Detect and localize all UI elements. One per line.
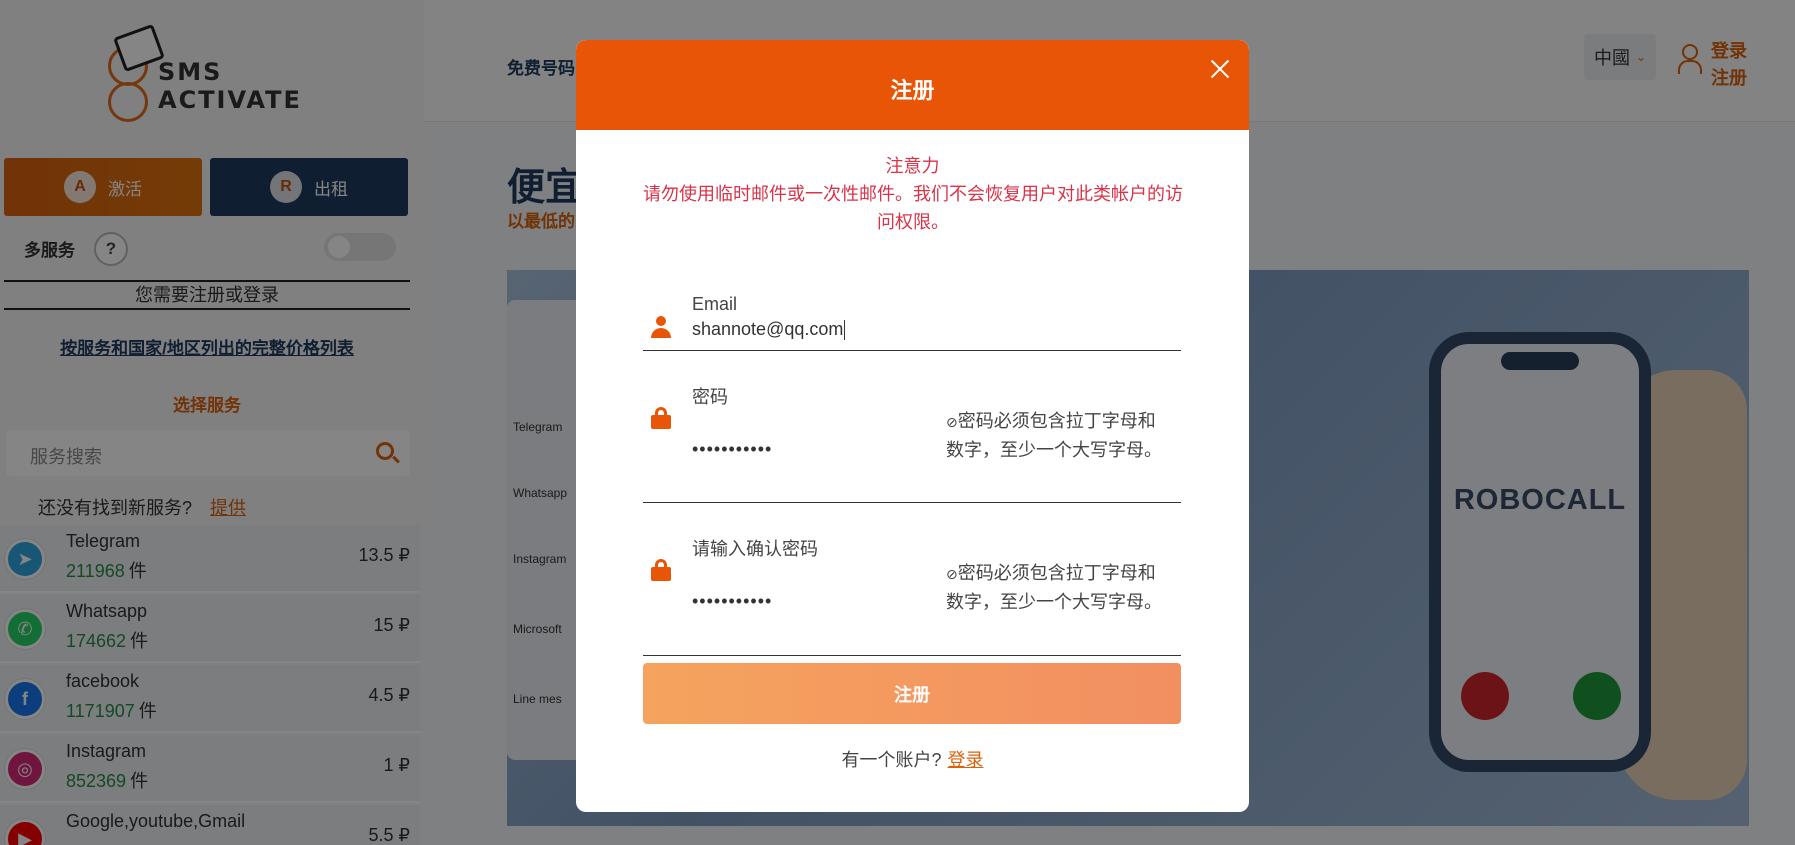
confirm-password-field[interactable]: 请输入确认密码 ••••••••••• ⊘密码必须包含拉丁字母和数字，至少一个大… bbox=[643, 503, 1181, 656]
email-value-text: shannote@qq.com bbox=[692, 319, 844, 339]
lock-icon bbox=[651, 559, 671, 581]
register-submit-button[interactable]: 注册 bbox=[643, 663, 1181, 724]
password-value[interactable]: ••••••••••• bbox=[692, 439, 772, 460]
warning-text: 请勿使用临时邮件或一次性邮件。我们不会恢复用户对此类帐户的访问权限。 bbox=[643, 184, 1183, 232]
confirm-password-hint: ⊘密码必须包含拉丁字母和数字，至少一个大写字母。 bbox=[946, 559, 1166, 616]
warning-title: 注意力 bbox=[885, 156, 940, 176]
password-hint: ⊘密码必须包含拉丁字母和数字，至少一个大写字母。 bbox=[946, 407, 1166, 464]
email-label: Email bbox=[692, 294, 738, 314]
confirm-password-value[interactable]: ••••••••••• bbox=[692, 591, 772, 612]
have-account-text: 有一个账户? 登录 bbox=[576, 746, 1249, 772]
email-field[interactable]: Email shannote@qq.com bbox=[643, 250, 1181, 351]
eye-off-icon[interactable]: ⊘ bbox=[946, 414, 958, 430]
eye-off-icon[interactable]: ⊘ bbox=[946, 566, 958, 582]
email-value[interactable]: shannote@qq.com bbox=[692, 319, 846, 341]
password-label: 密码 bbox=[692, 387, 728, 407]
password-hint-text: 密码必须包含拉丁字母和数字，至少一个大写字母。 bbox=[946, 411, 1162, 460]
modal-title: 注册 bbox=[890, 78, 935, 103]
modal-header: 注册 bbox=[576, 40, 1249, 130]
confirm-password-label: 请输入确认密码 bbox=[692, 539, 818, 559]
password-field[interactable]: 密码 ••••••••••• ⊘密码必须包含拉丁字母和数字，至少一个大写字母。 bbox=[643, 351, 1181, 503]
register-modal: 注册 注意力 请勿使用临时邮件或一次性邮件。我们不会恢复用户对此类帐户的访问权限… bbox=[576, 40, 1249, 812]
text-caret bbox=[844, 320, 846, 341]
login-link[interactable]: 登录 bbox=[948, 750, 984, 770]
lock-icon bbox=[651, 407, 671, 429]
confirm-password-hint-text: 密码必须包含拉丁字母和数字，至少一个大写字母。 bbox=[946, 563, 1162, 612]
have-account-label: 有一个账户? bbox=[841, 750, 942, 770]
user-icon bbox=[651, 316, 671, 338]
close-icon[interactable] bbox=[1208, 57, 1232, 81]
